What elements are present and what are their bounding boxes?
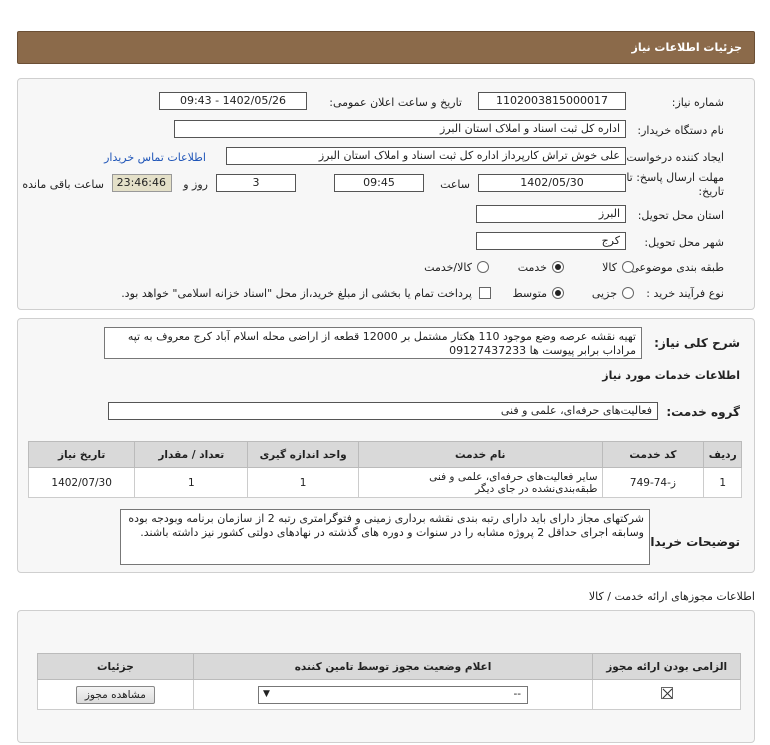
service-group-label: گروه خدمت:	[666, 405, 740, 419]
process-option-medium: متوسط	[512, 287, 547, 300]
col-name: نام خدمت	[357, 441, 603, 468]
creator-label: ایجاد کننده درخواست:	[622, 151, 724, 164]
col-details: جزئیات	[37, 653, 194, 680]
city-label: شهر محل تحویل:	[644, 236, 724, 249]
permits-table: الزامی بودن ارائه مجوز اعلام وضعیت مجوز …	[37, 653, 741, 710]
need-number-field: 1102003815000017	[478, 92, 626, 110]
col-date: تاریخ نیاز	[27, 441, 136, 468]
treasury-payment-note: پرداخت تمام یا بخشی از مبلغ خرید،از محل …	[121, 287, 472, 300]
days-remaining-field: 3	[216, 174, 296, 192]
permits-title: اطلاعات مجوزهای ارائه خدمت / کالا	[588, 590, 755, 603]
service-group-field: فعالیت‌های حرفه‌ای، علمی و فنی	[108, 402, 658, 420]
table-row: -- ▼ مشاهده مجوز	[37, 679, 741, 710]
services-table: ردیف کد خدمت نام خدمت واحد اندازه گیری ت…	[27, 441, 742, 498]
category-radio-service[interactable]	[552, 261, 564, 273]
province-label: استان محل تحویل:	[637, 209, 724, 222]
category-option-service: خدمت	[517, 261, 547, 274]
cell-qty: 1	[134, 467, 249, 498]
summary-text: تهیه نقشه عرصه وضع موجود 110 هکتار مشتمل…	[104, 327, 642, 359]
remaining-time-field: 23:46:46	[112, 174, 172, 192]
process-radio-minor[interactable]	[622, 287, 634, 299]
buyer-org-label: نام دستگاه خریدار:	[637, 124, 724, 137]
buyer-notes-label: توضیحات خریدار:	[638, 535, 740, 549]
category-option-goods: کالا	[602, 261, 617, 274]
permit-status-select[interactable]: -- ▼	[258, 685, 529, 704]
treasury-payment-checkbox[interactable]	[479, 287, 491, 299]
deadline-time-label: ساعت	[440, 178, 470, 191]
col-qty: تعداد / مقدار	[134, 441, 249, 468]
deadline-date-label: تاریخ:	[698, 185, 724, 198]
col-status: اعلام وضعیت مجوز توسط تامین کننده	[192, 653, 594, 680]
category-option-goods-service: کالا/خدمت	[424, 261, 472, 274]
cell-status: -- ▼	[192, 679, 594, 710]
buyer-org-field: اداره کل ثبت اسناد و املاک استان البرز	[174, 120, 626, 138]
cell-details: مشاهده مجوز	[37, 679, 194, 710]
cell-code: ز-74-749	[601, 467, 705, 498]
view-permit-button[interactable]: مشاهده مجوز	[75, 685, 155, 704]
buyer-notes-text: شرکتهای مجاز دارای باید دارای رتبه بندی …	[120, 509, 650, 565]
remaining-time-label: ساعت باقی مانده	[22, 178, 104, 191]
cell-date: 1402/07/30	[27, 467, 136, 498]
process-option-minor: جزیی	[591, 287, 617, 300]
permit-status-value: --	[513, 687, 522, 700]
deadline-date-field: 1402/05/30	[478, 174, 626, 192]
col-code: کد خدمت	[601, 441, 705, 468]
category-label: طبقه بندی موضوعی:	[626, 261, 724, 274]
province-field: البرز	[476, 205, 626, 223]
deadline-time-field: 09:45	[334, 174, 424, 192]
creator-field: علی خوش تراش کارپرداز اداره کل ثبت اسناد…	[226, 147, 626, 165]
days-label: روز و	[183, 178, 208, 191]
table-row: 1 ز-74-749 سایر فعالیت‌های حرفه‌ای، علمی…	[27, 467, 742, 498]
permits-table-header: الزامی بودن ارائه مجوز اعلام وضعیت مجوز …	[37, 653, 741, 680]
need-number-label: شماره نیاز:	[671, 96, 724, 109]
page-title: جزئیات اطلاعات نیاز	[631, 41, 743, 54]
col-unit: واحد اندازه گیری	[247, 441, 359, 468]
need-details-panel: شماره نیاز: 1102003815000017 تاریخ و ساع…	[17, 78, 755, 310]
announce-date-field: 1402/05/26 - 09:43	[159, 92, 307, 110]
required-checkbox-icon	[660, 687, 673, 699]
page: جزئیات اطلاعات نیاز شماره نیاز: 11020038…	[0, 0, 770, 745]
page-header: جزئیات اطلاعات نیاز	[17, 31, 755, 64]
category-radio-goods[interactable]	[622, 261, 634, 273]
col-row: ردیف	[703, 441, 742, 468]
cell-required	[592, 679, 741, 710]
col-required: الزامی بودن ارائه مجوز	[592, 653, 741, 680]
chevron-down-icon: ▼	[263, 688, 270, 699]
process-radio-medium[interactable]	[552, 287, 564, 299]
deadline-label: مهلت ارسال پاسخ: تا	[626, 171, 724, 184]
summary-label: شرح کلی نیاز:	[654, 336, 740, 350]
cell-row: 1	[703, 467, 742, 498]
cell-name: سایر فعالیت‌های حرفه‌ای، علمی و فنی طبقه…	[357, 467, 603, 498]
announce-date-label: تاریخ و ساعت اعلان عمومی:	[329, 96, 462, 109]
cell-unit: 1	[247, 467, 359, 498]
city-field: کرج	[476, 232, 626, 250]
services-section-title: اطلاعات خدمات مورد نیاز	[602, 369, 740, 382]
need-items-panel: شرح کلی نیاز: تهیه نقشه عرصه وضع موجود 1…	[17, 318, 755, 573]
permits-panel: الزامی بودن ارائه مجوز اعلام وضعیت مجوز …	[17, 610, 755, 743]
process-label: نوع فرآیند خرید :	[646, 287, 724, 300]
services-table-header: ردیف کد خدمت نام خدمت واحد اندازه گیری ت…	[27, 441, 742, 468]
category-radio-goods-service[interactable]	[477, 261, 489, 273]
buyer-contact-link[interactable]: اطلاعات تماس خریدار	[104, 151, 206, 164]
